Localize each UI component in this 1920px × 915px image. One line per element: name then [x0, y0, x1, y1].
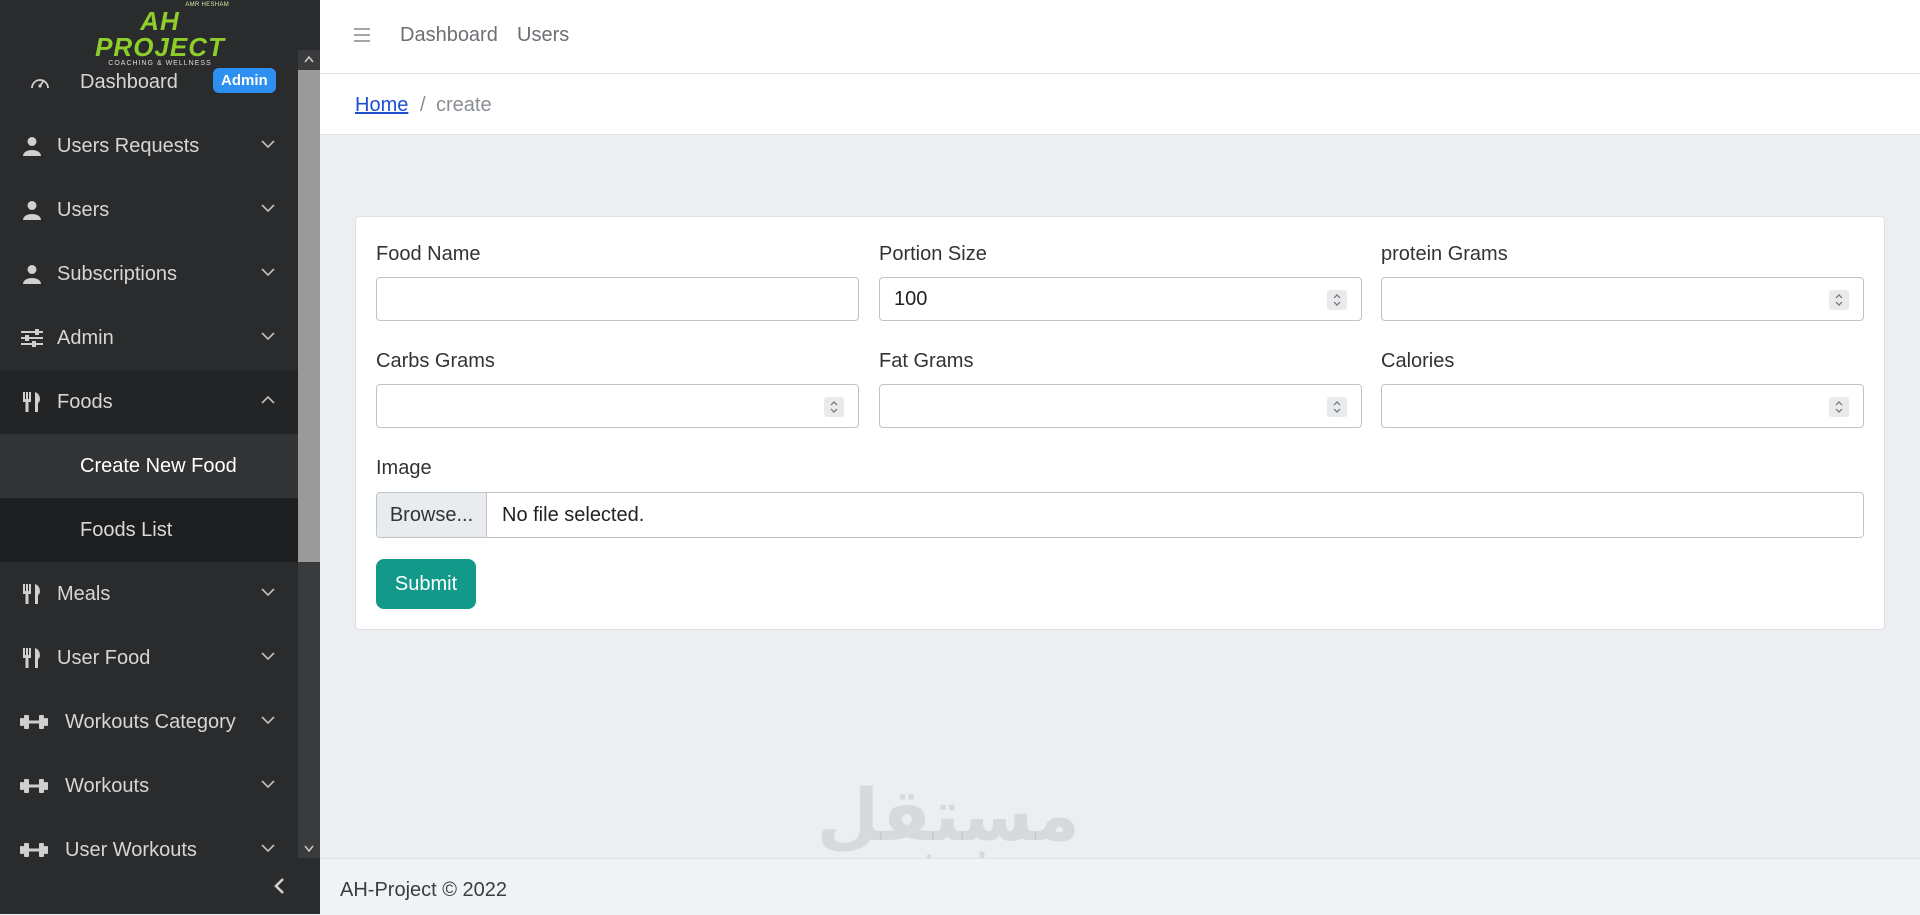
sidebar-scrollbar[interactable] — [298, 50, 320, 858]
chevron-down-icon — [261, 204, 275, 213]
scroll-down-arrow-icon[interactable] — [298, 840, 320, 858]
image-file-input[interactable]: Browse... No file selected. — [376, 492, 1864, 538]
dumbbell-icon — [20, 838, 48, 858]
file-status-text: No file selected. — [502, 504, 645, 526]
portion-size-label: Portion Size — [879, 243, 987, 265]
sidebar-item-subscriptions[interactable]: Subscriptions — [0, 242, 298, 306]
sidebar-item-dashboard[interactable]: Dashboard Admin — [0, 50, 298, 114]
sidebar-item-label: Dashboard — [80, 70, 178, 93]
chevron-down-icon — [261, 140, 275, 149]
sidebar-item-label: Workouts — [65, 774, 150, 797]
sidebar-item-foods[interactable]: Foods — [0, 370, 298, 434]
sidebar-subitem-foods-list[interactable]: Foods List — [0, 498, 298, 562]
sidebar-subitem-create-new-food[interactable]: Create New Food — [0, 434, 298, 498]
sidebar-item-label: Workouts Category — [65, 710, 236, 733]
fat-grams-input[interactable] — [879, 384, 1362, 428]
sidebar-item-users-requests[interactable]: Users Requests — [0, 114, 298, 178]
footer: AH-Project © 2022 — [320, 858, 1920, 915]
sidebar-item-label: Meals — [57, 582, 111, 605]
user-icon — [20, 198, 44, 222]
brand[interactable]: AMR HESHAM AH PROJECT COACHING & WELLNES… — [0, 0, 320, 67]
chevron-up-icon — [261, 395, 275, 404]
breadcrumb-current: create — [436, 94, 492, 116]
sidebar-item-workouts-category[interactable]: Workouts Category — [0, 690, 298, 754]
calories-label: Calories — [1381, 350, 1455, 372]
sidebar-collapse-bar — [0, 858, 320, 914]
sidebar-item-label: Users — [57, 198, 110, 221]
number-spinner-icon[interactable] — [1327, 397, 1347, 417]
sidebar-item-label: Users Requests — [57, 134, 200, 157]
image-label: Image — [376, 457, 432, 479]
scroll-up-arrow-icon[interactable] — [298, 50, 320, 68]
top-navbar: Dashboard Users — [320, 0, 1920, 74]
scrollbar-thumb[interactable] — [298, 70, 320, 562]
sidebar-item-label: User Food — [57, 646, 151, 669]
utensils-icon — [20, 390, 44, 414]
carbs-grams-input[interactable] — [376, 384, 859, 428]
chevron-down-icon — [261, 716, 275, 725]
portion-size-input[interactable]: 100 — [879, 277, 1362, 321]
collapse-sidebar-icon[interactable] — [270, 876, 290, 896]
number-spinner-icon[interactable] — [1829, 290, 1849, 310]
dumbbell-icon — [20, 710, 48, 734]
speedometer-icon — [28, 70, 52, 94]
admin-badge: Admin — [213, 68, 276, 93]
chevron-down-icon — [261, 588, 275, 597]
sidebar-item-label: Foods — [57, 390, 113, 413]
watermark-arabic: مستقل — [816, 776, 1080, 856]
number-spinner-icon[interactable] — [824, 397, 844, 417]
sidebar-item-users[interactable]: Users — [0, 178, 298, 242]
create-food-form: Food Name Portion Size 100 protein Grams… — [355, 216, 1885, 630]
footer-copyright: AH-Project © 2022 — [340, 879, 508, 901]
sidebar-item-meals[interactable]: Meals — [0, 562, 298, 626]
sidebar-item-admin[interactable]: Admin — [0, 306, 298, 370]
utensils-icon — [20, 646, 44, 670]
portion-size-value: 100 — [894, 287, 928, 310]
breadcrumb-separator: / — [420, 94, 426, 116]
sliders-icon — [20, 326, 44, 350]
protein-grams-input[interactable] — [1381, 277, 1864, 321]
sidebar: AMR HESHAM AH PROJECT COACHING & WELLNES… — [0, 0, 320, 914]
carbs-grams-label: Carbs Grams — [376, 350, 495, 372]
breadcrumb-home-link[interactable]: Home — [355, 94, 408, 117]
sidebar-item-label: User Workouts — [65, 838, 197, 859]
hamburger-menu-icon[interactable] — [353, 26, 371, 44]
browse-button[interactable]: Browse... — [377, 493, 487, 537]
fat-grams-label: Fat Grams — [879, 350, 974, 372]
protein-grams-label: protein Grams — [1381, 243, 1508, 265]
chevron-down-icon — [261, 780, 275, 789]
user-icon — [20, 134, 44, 158]
chevron-down-icon — [261, 652, 275, 661]
top-link-users[interactable]: Users — [517, 24, 569, 47]
chevron-down-icon — [261, 332, 275, 341]
sidebar-item-user-workouts[interactable]: User Workouts — [0, 818, 298, 858]
breadcrumb: Home / create — [320, 74, 1920, 135]
sidebar-item-workouts[interactable]: Workouts — [0, 754, 298, 818]
food-name-input[interactable] — [376, 277, 859, 321]
sidebar-item-label: Subscriptions — [57, 262, 178, 285]
calories-input[interactable] — [1381, 384, 1864, 428]
food-name-label: Food Name — [376, 243, 481, 265]
number-spinner-icon[interactable] — [1829, 397, 1849, 417]
sidebar-nav: Dashboard Admin Users Requests Users Sub… — [0, 50, 298, 858]
sidebar-item-user-food[interactable]: User Food — [0, 626, 298, 690]
chevron-down-icon — [261, 268, 275, 277]
top-link-dashboard[interactable]: Dashboard — [400, 24, 498, 47]
sidebar-item-label: Admin — [57, 326, 114, 349]
dumbbell-icon — [20, 774, 48, 798]
chevron-down-icon — [261, 844, 275, 853]
utensils-icon — [20, 582, 44, 606]
submit-button[interactable]: Submit — [376, 559, 476, 609]
user-icon — [20, 262, 44, 286]
number-spinner-icon[interactable] — [1327, 290, 1347, 310]
